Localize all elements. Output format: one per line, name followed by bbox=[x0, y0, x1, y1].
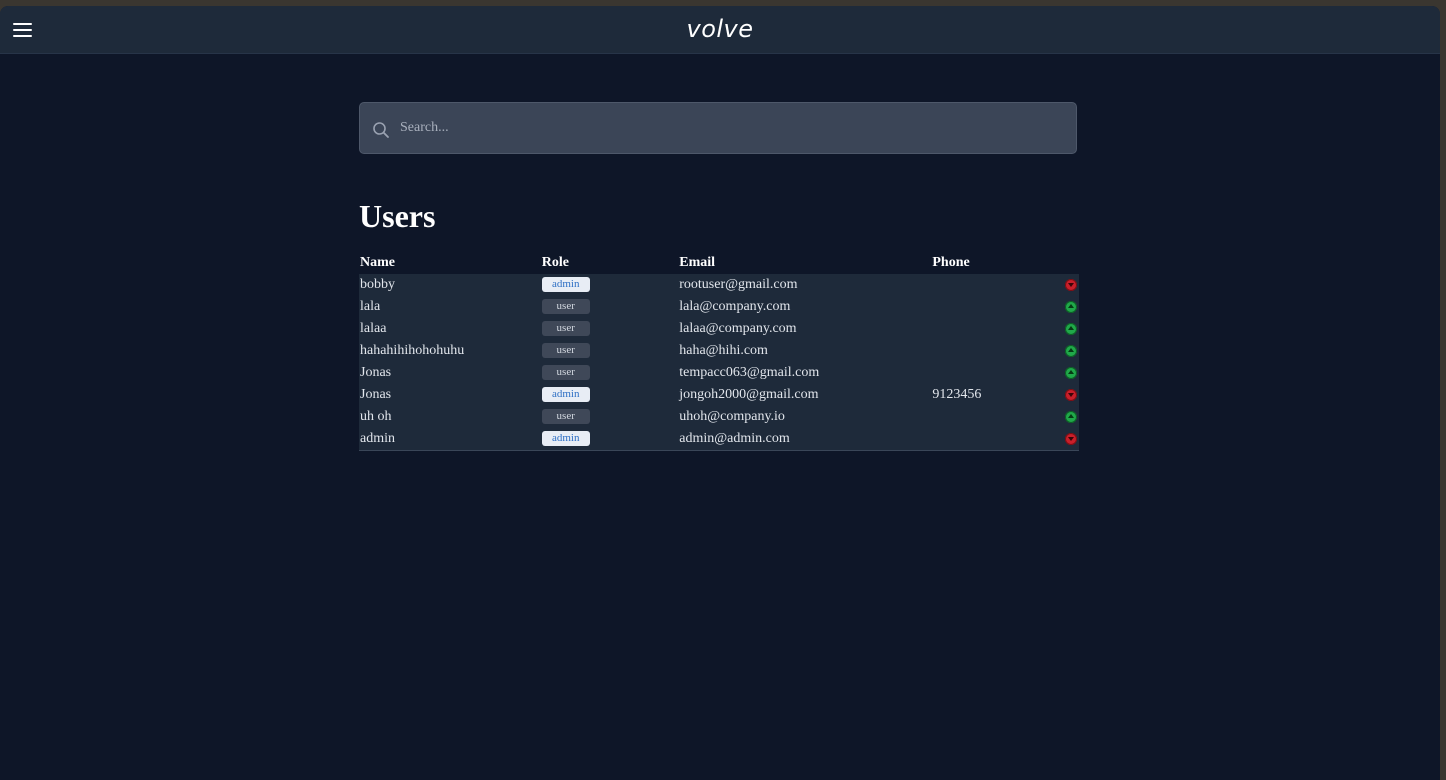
search-input[interactable] bbox=[400, 103, 1060, 153]
user-name: hahahihihohohuhu bbox=[359, 340, 541, 362]
users-table: Name Role Email Phone bobby admin rootuser… bbox=[359, 252, 1079, 451]
user-action-cell bbox=[1052, 428, 1079, 451]
user-phone bbox=[931, 274, 1053, 296]
user-name: Jonas bbox=[359, 384, 541, 406]
role-badge: user bbox=[541, 343, 590, 359]
column-header-role: Role bbox=[541, 255, 569, 270]
user-name: uh oh bbox=[359, 406, 541, 428]
user-action-cell bbox=[1052, 274, 1079, 296]
role-badge: user bbox=[541, 409, 590, 425]
user-role-cell: user bbox=[540, 406, 679, 428]
arrow-up-circle-icon[interactable] bbox=[1065, 344, 1077, 357]
user-phone bbox=[931, 428, 1053, 451]
app-window: volve Users Name Role Email Phone bobbya… bbox=[0, 6, 1440, 780]
user-role-cell: admin bbox=[540, 274, 679, 296]
user-action-cell bbox=[1052, 340, 1079, 362]
table-row[interactable]: uh oh user uhoh@company.io bbox=[359, 406, 1079, 428]
table-row[interactable]: Jonas user tempacc063@gmail.com bbox=[359, 362, 1079, 384]
user-action-cell bbox=[1052, 318, 1079, 340]
user-email: jongoh2000@gmail.com bbox=[678, 384, 932, 406]
arrow-up-circle-icon[interactable] bbox=[1065, 410, 1077, 423]
user-action-cell bbox=[1052, 406, 1079, 428]
column-header-phone: Phone bbox=[932, 255, 970, 270]
column-header-name: Name bbox=[360, 255, 395, 270]
user-name: bobby bbox=[359, 274, 541, 296]
table-row[interactable]: Jonas admin jongoh2000@gmail.com 9123456 bbox=[359, 384, 1079, 406]
user-name: Jonas bbox=[359, 362, 541, 384]
arrow-down-circle-icon[interactable] bbox=[1065, 388, 1077, 401]
user-phone bbox=[931, 296, 1053, 318]
user-email: lala@company.com bbox=[678, 296, 932, 318]
arrow-up-circle-icon[interactable] bbox=[1065, 322, 1077, 335]
user-role-cell: user bbox=[540, 296, 679, 318]
user-email: tempacc063@gmail.com bbox=[678, 362, 932, 384]
arrow-up-circle-icon[interactable] bbox=[1065, 300, 1077, 313]
role-badge: admin bbox=[541, 431, 590, 447]
role-badge: admin bbox=[541, 387, 590, 403]
search-icon bbox=[373, 122, 389, 138]
table-row[interactable]: bobby admin rootuser@gmail.com bbox=[359, 274, 1079, 296]
table-row[interactable]: hahahihihohohuhu user haha@hihi.com bbox=[359, 340, 1079, 362]
user-email: admin@admin.com bbox=[678, 428, 932, 451]
role-badge: user bbox=[541, 365, 590, 381]
user-role-cell: admin bbox=[540, 384, 679, 406]
user-email: haha@hihi.com bbox=[678, 340, 932, 362]
search-bar bbox=[359, 102, 1077, 154]
app-logo[interactable]: volve bbox=[0, 15, 1440, 43]
user-email: rootuser@gmail.com bbox=[678, 274, 932, 296]
arrow-down-circle-icon[interactable] bbox=[1065, 278, 1077, 291]
user-name: admin bbox=[359, 428, 541, 451]
role-badge: user bbox=[541, 299, 590, 315]
user-role-cell: admin bbox=[540, 428, 679, 451]
column-header-email: Email bbox=[679, 255, 716, 270]
user-role-cell: user bbox=[540, 362, 679, 384]
user-name: lalaa bbox=[359, 318, 541, 340]
page-title: Users bbox=[359, 198, 436, 234]
user-phone bbox=[931, 406, 1053, 428]
arrow-down-circle-icon[interactable] bbox=[1065, 432, 1077, 445]
user-action-cell bbox=[1052, 384, 1079, 406]
user-role-cell: user bbox=[540, 340, 679, 362]
user-role-cell: user bbox=[540, 318, 679, 340]
arrow-up-circle-icon[interactable] bbox=[1065, 366, 1077, 379]
user-phone: 9123456 bbox=[931, 384, 1053, 406]
column-header-actions bbox=[1052, 252, 1079, 274]
user-name: lala bbox=[359, 296, 541, 318]
table-row[interactable]: lalaa user lalaa@company.com bbox=[359, 318, 1079, 340]
user-phone bbox=[931, 340, 1053, 362]
user-email: lalaa@company.com bbox=[678, 318, 932, 340]
top-navbar: volve bbox=[0, 6, 1440, 53]
table-row[interactable]: lala user lala@company.com bbox=[359, 296, 1079, 318]
user-phone bbox=[931, 318, 1053, 340]
table-row[interactable]: admin admin admin@admin.com bbox=[359, 428, 1079, 451]
user-action-cell bbox=[1052, 296, 1079, 318]
user-email: uhoh@company.io bbox=[678, 406, 932, 428]
role-badge: admin bbox=[541, 277, 590, 293]
user-phone bbox=[931, 362, 1053, 384]
role-badge: user bbox=[541, 321, 590, 337]
user-action-cell bbox=[1052, 362, 1079, 384]
table-header-row: Name Role Email Phone bbox=[359, 252, 1079, 274]
